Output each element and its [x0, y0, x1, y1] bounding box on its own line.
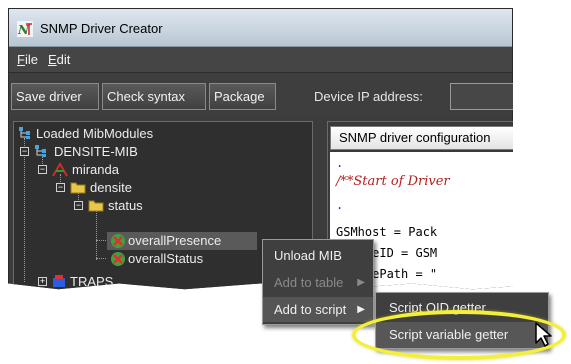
- package-button[interactable]: Package: [209, 83, 276, 110]
- app-window: N SNMP Driver Creator File Edit Save dri…: [8, 8, 513, 290]
- tree-node-traps[interactable]: TRAPS: [70, 274, 113, 289]
- tree-node-densite[interactable]: densite: [90, 180, 132, 195]
- title-bar: N SNMP Driver Creator: [9, 9, 512, 47]
- submenu-arrow-icon: ▶: [357, 304, 365, 315]
- tree-node-overall-presence[interactable]: overallPresence: [128, 233, 221, 248]
- tree-node-overall-status[interactable]: overallStatus: [128, 251, 203, 266]
- tab-driver-configuration[interactable]: SNMP driver configuration: [330, 126, 513, 150]
- editor-line: /**Start of Driver: [336, 174, 450, 189]
- tree-connector: [96, 240, 106, 241]
- mib-module-icon: [35, 145, 46, 157]
- editor-line: .: [336, 156, 344, 170]
- app-logo-icon: N: [17, 21, 33, 37]
- tree-node-root[interactable]: Loaded MibModules: [36, 126, 153, 141]
- node-branch-icon: [52, 162, 68, 177]
- collapse-icon[interactable]: −: [38, 165, 47, 174]
- device-ip-input[interactable]: [450, 83, 513, 110]
- unload-mib-menu-item[interactable]: Unload MIB: [263, 243, 373, 268]
- add-to-script-menu-item[interactable]: Add to script ▶: [263, 297, 373, 322]
- save-driver-button[interactable]: Save driver: [11, 83, 99, 110]
- tree-node-status[interactable]: status: [108, 198, 143, 213]
- expand-icon[interactable]: +: [38, 277, 47, 286]
- unload-mib-label: Unload MIB: [274, 248, 342, 263]
- mouse-pointer-icon: [535, 322, 552, 347]
- menu-edit-label: dit: [56, 52, 71, 67]
- menu-edit-mnemonic: E: [48, 52, 57, 67]
- collapse-icon[interactable]: −: [20, 147, 29, 156]
- svg-text:N: N: [17, 23, 30, 37]
- add-to-table-label: Add to table: [274, 275, 344, 290]
- folder-icon: [70, 182, 86, 194]
- add-to-table-menu-item: Add to table ▶: [263, 270, 373, 295]
- tree-node-densite-mib[interactable]: DENSITE-MIB: [54, 144, 138, 159]
- tree-connector: [96, 210, 97, 260]
- editor-line: .: [336, 198, 344, 212]
- toolbar: Save driver Check syntax Package Device …: [9, 73, 513, 117]
- collapse-icon[interactable]: −: [56, 183, 65, 192]
- variable-node-icon: [111, 234, 125, 248]
- traps-icon: [53, 275, 65, 287]
- menu-file-label: ile: [24, 52, 38, 67]
- tree-connector: [96, 258, 106, 259]
- expand-icon[interactable]: +: [20, 294, 29, 303]
- tree-context-menu: Unload MIB Add to table ▶ Add to script ▶: [262, 239, 374, 325]
- editor-line: GSMhost = Pack: [336, 225, 438, 239]
- mib-root-icon: [19, 127, 30, 139]
- window-title: SNMP Driver Creator: [40, 21, 163, 36]
- menu-file-mnemonic: F: [17, 52, 25, 67]
- add-to-script-label: Add to script: [274, 302, 347, 317]
- tree-node-miranda-mib[interactable]: MIRANDA-MIB: [54, 291, 141, 306]
- collapse-icon[interactable]: −: [74, 201, 83, 210]
- menu-edit[interactable]: Edit: [48, 52, 70, 67]
- submenu-arrow-icon: ▶: [357, 277, 365, 288]
- variable-node-icon: [111, 252, 125, 266]
- tree-connector: [24, 138, 25, 282]
- device-ip-label: Device IP address:: [314, 89, 423, 104]
- menu-file[interactable]: File: [17, 52, 38, 67]
- folder-icon: [88, 200, 104, 212]
- menu-bar: File Edit: [9, 47, 512, 73]
- tree-node-miranda[interactable]: miranda: [72, 162, 119, 177]
- check-syntax-button[interactable]: Check syntax: [102, 83, 206, 110]
